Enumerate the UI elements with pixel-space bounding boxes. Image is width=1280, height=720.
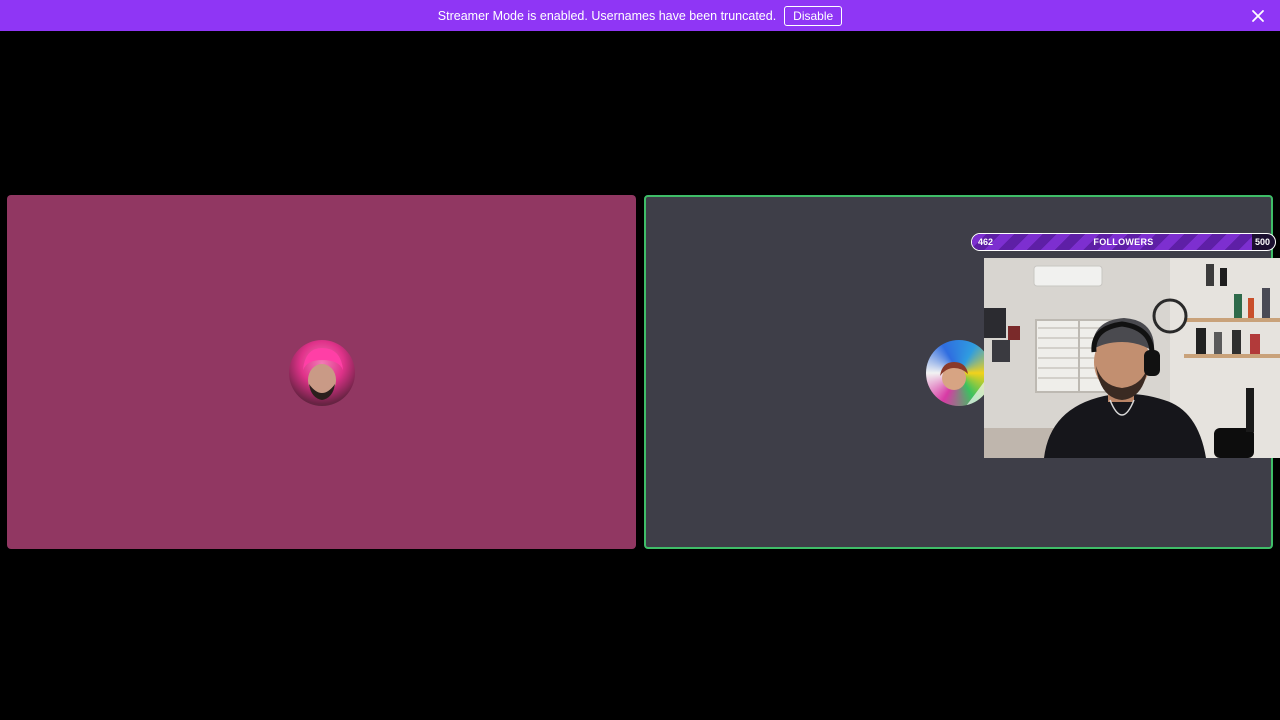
participant-tile-left[interactable] xyxy=(7,195,636,549)
streamer-mode-banner: Streamer Mode is enabled. Usernames have… xyxy=(0,0,1280,31)
user-avatar xyxy=(926,340,992,406)
followers-goal-count: 500 xyxy=(1254,237,1270,247)
followers-goal-bar: FOLLOWERS 462 500 xyxy=(971,233,1276,251)
followers-current-count: 462 xyxy=(978,237,994,247)
webcam-overlay xyxy=(984,258,1280,458)
followers-goal-label: FOLLOWERS xyxy=(1093,237,1154,247)
disable-streamer-mode-button[interactable]: Disable xyxy=(784,5,843,26)
user-avatar xyxy=(289,340,355,406)
banner-message: Streamer Mode is enabled. Usernames have… xyxy=(437,8,777,23)
close-icon[interactable] xyxy=(1250,8,1266,24)
